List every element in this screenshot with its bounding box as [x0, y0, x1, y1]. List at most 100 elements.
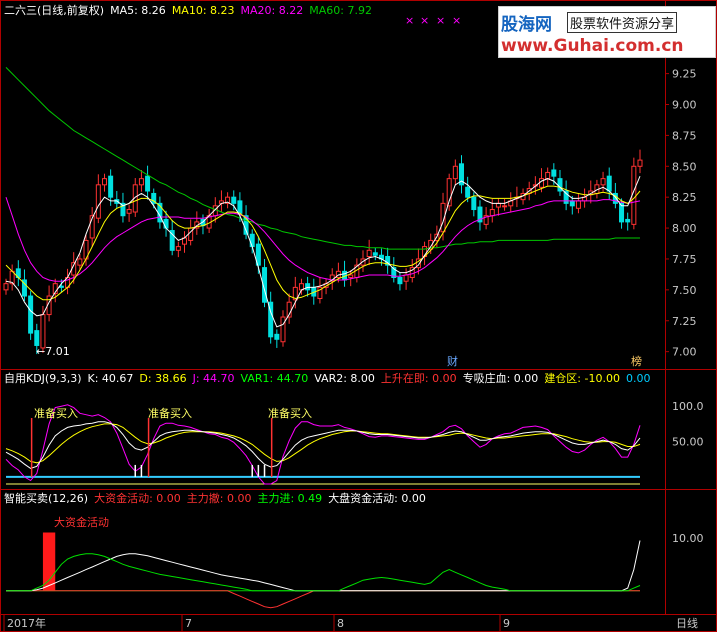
candle-body [465, 186, 471, 198]
top-x-marker: × [436, 14, 445, 27]
fund-green-line [6, 553, 641, 592]
kdj-var2: VAR2: 8.00 [314, 372, 375, 385]
candle-body [34, 330, 40, 346]
x-tick-label: 2017年 [7, 616, 46, 630]
stock-name[interactable]: 二六三(日线,前复权) [4, 4, 104, 17]
price-tick-label: 7.50 [672, 284, 697, 297]
fund-out: 主力撤: 0.00 [186, 492, 252, 505]
ma20-value: MA20: 8.22 [240, 4, 304, 17]
fund-big: 大资金活动: 0.00 [94, 492, 181, 505]
ma20-line [5, 197, 641, 282]
low-annotation: ←7.01 [36, 345, 70, 358]
x-tick-label: 7 [185, 617, 192, 630]
candle-body [489, 209, 495, 217]
candle-body [569, 200, 575, 207]
kdj-header: 自用KDJ(9,3,3) K: 40.67 D: 38.66 J: 44.70 VAR1… [4, 372, 656, 385]
kdj-jian: 建仓区: -10.00 [544, 372, 620, 385]
candle-body [372, 252, 378, 256]
candle-body [145, 175, 151, 192]
candle-body [28, 295, 34, 334]
watermark-url: www.Guhai.com.cn [501, 36, 684, 56]
fund-panel [6, 532, 641, 609]
kdj-k: K: 40.67 [87, 372, 134, 385]
kdj-tick-label: 50.00 [672, 436, 704, 449]
candle-body [40, 314, 46, 349]
kdj-d: D: 38.66 [139, 372, 187, 385]
price-tick-label: 8.25 [672, 191, 697, 204]
cai-marker: 财 [447, 354, 458, 368]
buy-label-2: 准备买入 [148, 406, 192, 420]
period-label[interactable]: 日线 [676, 616, 698, 630]
price-header: 二六三(日线,前复权) MA5: 8.26 MA10: 8.23 MA20: 8.22… [4, 4, 378, 17]
fund-market: 大盘资金活动: 0.00 [328, 492, 426, 505]
watermark-text: 股票软件资源分享 [567, 12, 678, 33]
candle-body [280, 316, 286, 343]
kdj-panel [5, 404, 641, 485]
ma60-line [5, 67, 640, 250]
candle-body [231, 196, 237, 204]
price-tick-label: 8.75 [672, 129, 697, 142]
buy-label-1: 准备买入 [34, 406, 78, 420]
candle-body [101, 178, 107, 186]
candle-body [495, 202, 501, 208]
fund-header: 智能买卖(12,26) 大资金活动: 0.00 主力撤: 0.00 主力进: 0.49… [4, 492, 432, 505]
big-fund-bar [42, 532, 56, 591]
candle-body [175, 246, 181, 251]
kdj-name[interactable]: 自用KDJ(9,3,3) [4, 372, 82, 385]
price-tick-label: 9.00 [672, 99, 697, 112]
candle-body [108, 175, 114, 198]
buy-label-3: 准备买入 [268, 406, 312, 420]
watermark-logo: 股海网 [501, 15, 552, 35]
kdj-var1: VAR1: 44.70 [240, 372, 309, 385]
candle-body [274, 333, 280, 340]
candle-body [397, 277, 403, 285]
kdj-j: J: 44.70 [192, 372, 235, 385]
candle-body [77, 258, 83, 266]
candle-body [138, 178, 144, 186]
candle-body [545, 171, 551, 180]
watermark: 股海网 股票软件资源分享 www.Guhai.com.cn [498, 6, 716, 58]
axes: 9.509.259.008.758.508.258.007.757.507.25… [3, 14, 704, 632]
bang-marker: 榜 [631, 354, 642, 368]
kdj-up: 上升在即: 0.00 [380, 372, 457, 385]
fund-name[interactable]: 智能买卖(12,26) [4, 492, 88, 505]
top-x-marker: × [452, 14, 461, 27]
fund-in: 主力进: 0.49 [257, 492, 323, 505]
candle-body [403, 274, 409, 282]
candle-body [366, 249, 372, 257]
price-panel [3, 67, 643, 355]
price-tick-label: 8.50 [672, 160, 697, 173]
candle-body [551, 169, 557, 177]
x-tick-label: 8 [337, 617, 344, 630]
candle-body [305, 283, 311, 291]
candle-body [625, 218, 631, 223]
candle-body [539, 178, 545, 188]
price-tick-label: 8.00 [672, 222, 697, 235]
stock-chart: 9.509.259.008.758.508.258.007.757.507.25… [0, 0, 717, 632]
candle-body [600, 178, 606, 186]
candle-body [471, 196, 477, 211]
price-tick-label: 9.25 [672, 68, 697, 81]
kdj-j-line [5, 404, 641, 485]
price-tick-label: 7.25 [672, 315, 697, 328]
candle-body [237, 200, 243, 214]
candle-body [3, 283, 9, 291]
candle-body [606, 175, 612, 192]
candle-body [163, 218, 169, 229]
ma60-value: MA60: 7.92 [309, 4, 372, 17]
ma5-value: MA5: 8.26 [110, 4, 166, 17]
kdj-d-line [5, 423, 641, 464]
top-x-marker: × [420, 14, 429, 27]
fund-red-line [6, 590, 640, 609]
candle-body [348, 274, 354, 278]
candle-body [126, 209, 132, 214]
candle-body [637, 159, 643, 167]
kdj-zhuang: 专吸庄血: 0.00 [462, 372, 539, 385]
kdj-last: 0.00 [625, 372, 651, 385]
candle-body [502, 205, 508, 208]
top-x-marker: × [405, 14, 414, 27]
fund-tick-label: 10.00 [672, 532, 704, 545]
candle-body [95, 184, 101, 219]
candle-body [249, 233, 255, 248]
price-tick-label: 7.00 [672, 346, 697, 359]
